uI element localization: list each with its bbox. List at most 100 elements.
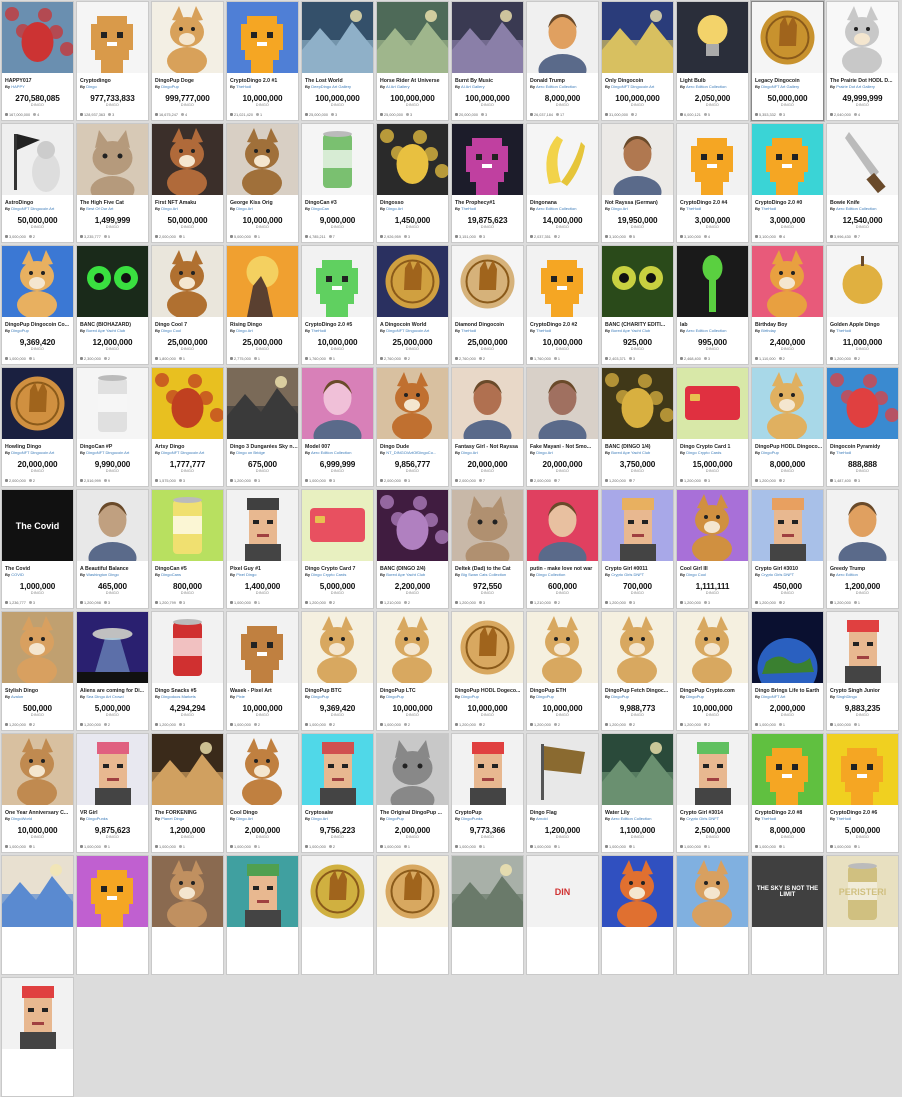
nft-card[interactable]: Dingosso By Dingo Art 1,450,000 DINGO 2,926,… [376, 123, 449, 243]
nft-creator[interactable]: By Dingo Art [305, 816, 373, 821]
nft-creator[interactable]: By DingoNFT Dingocoin Art [605, 84, 673, 89]
creator-link[interactable]: Dingo Art [460, 450, 477, 455]
creator-link[interactable]: DingoCans [160, 572, 181, 577]
nft-creator[interactable]: By TheHodl [305, 328, 373, 333]
nft-card[interactable]: THE SKY IS NOT THE LIMIT [751, 855, 824, 975]
nft-creator[interactable]: By DingoNFT Dingocoin Art [80, 450, 148, 455]
nft-creator[interactable]: By DingoPup [305, 694, 373, 699]
nft-thumbnail[interactable] [77, 246, 148, 317]
nft-card[interactable]: Dingo Flag By Arnold 1,200,000 DINGO 1,000,0… [526, 733, 599, 853]
creator-link[interactable]: Washington Dingo [85, 572, 119, 577]
creator-link[interactable]: TheHodl [835, 816, 851, 821]
nft-card[interactable]: Dingo Dude By NT_DINGO/ArtOfDingoCo... 9,8… [376, 367, 449, 487]
nft-card[interactable]: The Prairie Dot HODL D... By Prairie Dot … [826, 1, 899, 121]
nft-creator[interactable]: By DingoNFT Art [755, 694, 823, 699]
nft-thumbnail[interactable] [2, 124, 73, 195]
nft-card[interactable]: HAPPY017 By HAPPY 270,580,085 DINGO 167,000,… [1, 1, 74, 121]
nft-creator[interactable]: By Dingo Art [455, 450, 523, 455]
nft-creator[interactable]: By DingoPup [530, 694, 598, 699]
creator-link[interactable]: Dingo Cool [685, 572, 706, 577]
creator-link[interactable]: Crypto Girls DNFT [685, 816, 719, 821]
nft-thumbnail[interactable] [152, 612, 223, 683]
nft-creator[interactable]: By DingoCan [305, 206, 373, 211]
nft-card[interactable]: Dingo Crypto Card 7 By Dingo Crypto Cards… [301, 489, 374, 609]
nft-card[interactable]: CryptoDingo 2.0 #5 By TheHodl 10,000,000 DI… [301, 245, 374, 365]
nft-thumbnail[interactable] [152, 2, 223, 73]
creator-link[interactable]: DingoNFT Dingocoin Art [85, 450, 129, 455]
creator-link[interactable]: Pixel Dingo [235, 572, 256, 577]
nft-card[interactable]: DingoPup Dingocoin Co... By DingoPup 9,369… [1, 245, 74, 365]
nft-thumbnail[interactable] [602, 612, 673, 683]
nft-card[interactable]: Dingonana By Aero Edition Collection 14,00… [526, 123, 599, 243]
nft-creator[interactable]: By Arnold [530, 816, 598, 821]
creator-link[interactable]: Dingo Art [235, 328, 252, 333]
nft-creator[interactable]: By DingoNFT Dingocoin Art [5, 206, 73, 211]
nft-thumbnail[interactable] [527, 368, 598, 439]
nft-thumbnail[interactable] [827, 124, 898, 195]
nft-thumbnail[interactable] [302, 2, 373, 73]
nft-creator[interactable]: By Dingo Art [230, 816, 298, 821]
nft-thumbnail[interactable] [377, 246, 448, 317]
nft-card[interactable]: AstroDingo By DingoNFT Dingocoin Art 50,00… [1, 123, 74, 243]
nft-creator[interactable]: By Aero Edition Collection [530, 84, 598, 89]
creator-link[interactable]: Dingo Crypto Cards [685, 450, 721, 455]
nft-thumbnail[interactable] [152, 246, 223, 317]
nft-creator[interactable]: By DingoNFT Dingocoin Art [155, 450, 223, 455]
nft-thumbnail[interactable] [77, 2, 148, 73]
nft-thumbnail[interactable] [377, 734, 448, 805]
creator-link[interactable]: Prairie Dot Art Gallery [835, 84, 875, 89]
nft-card[interactable]: Crypto Girl #3010 By Crypto Girls DNFT 450… [751, 489, 824, 609]
creator-link[interactable]: Dingo Art [610, 206, 627, 211]
nft-card[interactable]: Legacy Dingocoin By DingoNFT Art Gallery 5… [751, 1, 824, 121]
nft-card[interactable]: Water Lily By Aero Edition Collection 1,10… [601, 733, 674, 853]
nft-creator[interactable]: By DingoPup [155, 84, 223, 89]
nft-creator[interactable]: By DingoPup [755, 450, 823, 455]
nft-creator[interactable]: By Big Swan Cats Collection [455, 572, 523, 577]
creator-link[interactable]: Crypto Girls DNFT [610, 572, 644, 577]
nft-thumbnail[interactable] [77, 612, 148, 683]
nft-creator[interactable]: By Dingo Art [380, 206, 448, 211]
nft-card[interactable] [76, 855, 149, 975]
nft-card[interactable]: Cryptodingo By Dingo 977,733,833 DINGO 128,9… [76, 1, 149, 121]
nft-creator[interactable]: By TheHodl [755, 206, 823, 211]
nft-thumbnail[interactable] [227, 856, 298, 927]
nft-thumbnail[interactable] [227, 124, 298, 195]
creator-link[interactable]: TheHodl [460, 328, 476, 333]
nft-creator[interactable]: By Birthday [755, 328, 823, 333]
nft-thumbnail[interactable] [527, 612, 598, 683]
nft-thumbnail[interactable] [602, 490, 673, 561]
nft-card[interactable]: CryptoDingo 2.0 #0 By TheHodl 3,000,000 DIN… [751, 123, 824, 243]
nft-thumbnail[interactable] [452, 2, 523, 73]
nft-thumbnail[interactable] [377, 124, 448, 195]
nft-card[interactable]: Golden Apple Dingo By TheHodl 11,000,000 DI… [826, 245, 899, 365]
creator-link[interactable]: Aero Edition Collection [610, 816, 651, 821]
nft-creator[interactable]: By TheHodl [455, 328, 523, 333]
nft-card[interactable]: DingoCan #5 By DingoCans 800,000 DINGO 1,200… [151, 489, 224, 609]
nft-card[interactable]: CryptoDingo 2.0 #6 By TheHodl 5,000,000 DIN… [826, 733, 899, 853]
nft-thumbnail[interactable] [602, 368, 673, 439]
nft-creator[interactable]: By Dingo on Bridge [230, 450, 298, 455]
nft-creator[interactable]: By Dingo Art [605, 206, 673, 211]
nft-card[interactable]: Wasek - Pixel Art By Pixie 10,000,000 DINGO… [226, 611, 299, 731]
nft-creator[interactable]: By Crypto Girls DNFT [605, 572, 673, 577]
creator-link[interactable]: TheHodl [310, 328, 326, 333]
nft-card[interactable]: Aliens are coming for Di... By Sea Dingo … [76, 611, 149, 731]
creator-link[interactable]: Dingo Crypto Cards [310, 572, 346, 577]
creator-link[interactable]: Arnold [535, 816, 548, 821]
nft-thumbnail[interactable] [302, 490, 373, 561]
nft-card[interactable]: Cool Dingo By Dingo Art 2,000,000 DINGO 1,00… [226, 733, 299, 853]
nft-thumbnail[interactable] [377, 368, 448, 439]
nft-card[interactable]: DingoPup LTC By DingoPup 10,000,000 DINGO 1,… [376, 611, 449, 731]
nft-card[interactable]: DingoPup Fetch Dingoc... By DingoPup 9,988… [601, 611, 674, 731]
nft-thumbnail[interactable] [677, 124, 748, 195]
creator-link[interactable]: DingoPup [385, 694, 404, 699]
nft-card[interactable]: Burnt By Music By AI Art Gallery 100,000,0… [451, 1, 524, 121]
creator-link[interactable]: AI Art Gallery [460, 84, 485, 89]
nft-card[interactable]: BANC (DINGO 2/4) By Bored Ape Yacht Club 2… [376, 489, 449, 609]
nft-card[interactable] [1, 855, 74, 975]
nft-card[interactable]: Dingocoin Pyramidy By TheHodl 888,888 DINGO… [826, 367, 899, 487]
nft-thumbnail[interactable] [77, 734, 148, 805]
nft-thumbnail[interactable] [677, 856, 748, 927]
nft-creator[interactable]: By TheHodl [680, 206, 748, 211]
creator-link[interactable]: Dingo Art [235, 206, 252, 211]
